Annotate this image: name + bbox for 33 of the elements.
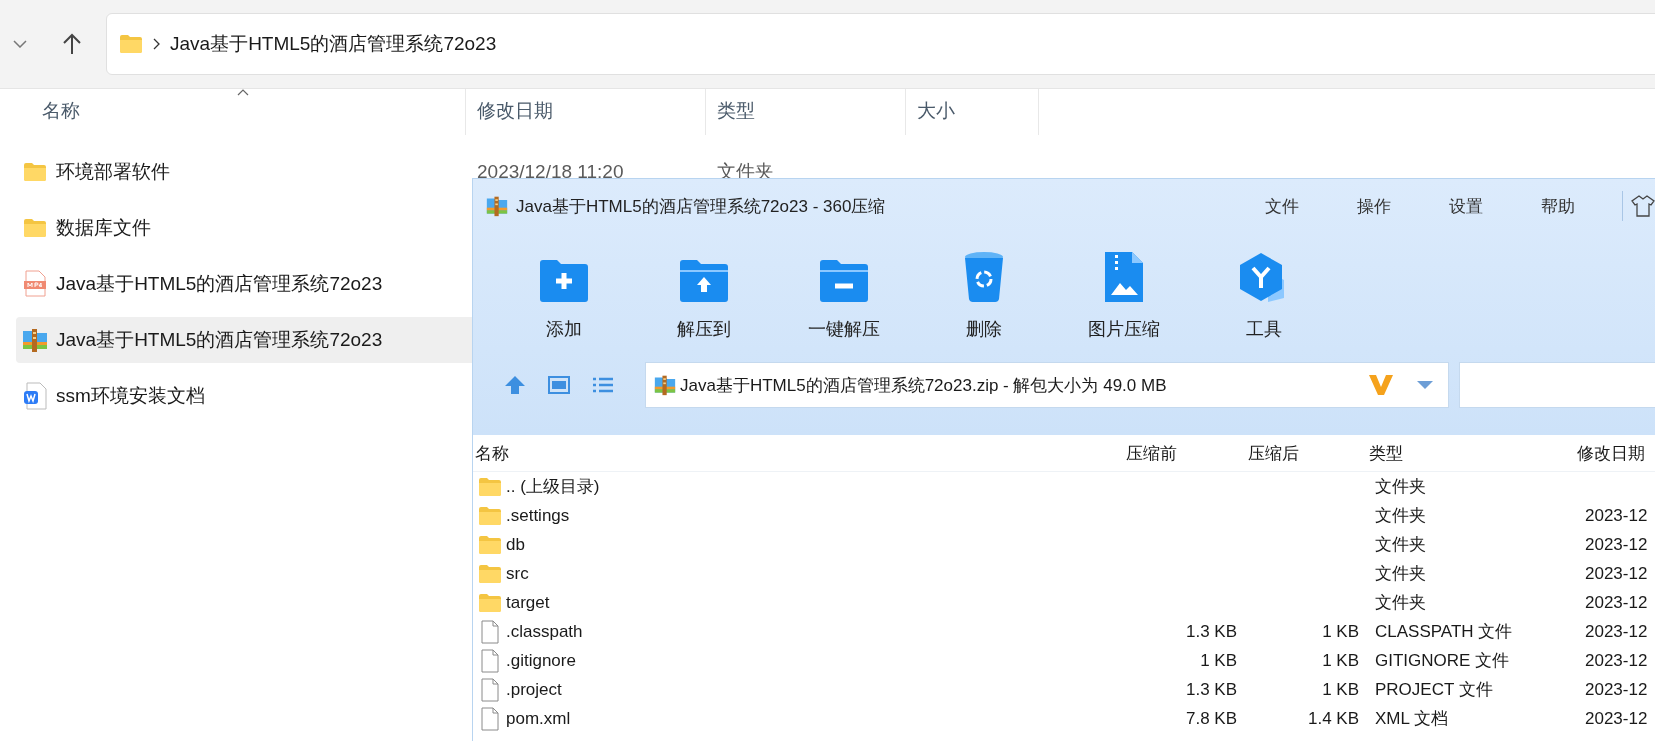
archive-path: Java基于HTML5的酒店管理系统72o23.zip - 解包大小为 49.0 MB (680, 374, 1168, 397)
file-type: 文件夹 (1374, 476, 1427, 498)
file-type: GITIGNORE 文件 (1374, 650, 1511, 672)
modified-date: 2023-12 (1584, 505, 1649, 526)
modified-date: 2023-12 (1584, 534, 1649, 555)
file-name: 数据库文件 (56, 216, 151, 240)
file-type: 文件夹 (1374, 505, 1427, 527)
original-size: 1 KB (1199, 650, 1238, 671)
original-size: 1.3 KB (1184, 679, 1238, 700)
modified-date: 2023-12 (1584, 708, 1649, 729)
compressed-size: 1 KB (1321, 650, 1360, 671)
modified-date: 2023-12 (1584, 592, 1649, 613)
file-name: Java基于HTML5的酒店管理系统72o23 (56, 272, 383, 296)
modified-date: 2023-12 (1584, 679, 1649, 700)
compressed-size: 1 KB (1321, 679, 1360, 700)
modified-date: 2023/12/18 11:20 (476, 161, 625, 183)
modified-date: 2023-12 (1584, 621, 1649, 642)
file-type: 文件夹 (1374, 592, 1427, 614)
modified-date: 2023-12 (1584, 563, 1649, 584)
file-type: PROJECT 文件 (1374, 679, 1494, 701)
file-type: CLASSPATH 文件 (1374, 621, 1514, 643)
window-title: Java基于HTML5的酒店管理系统72o23 - 360压缩 (516, 195, 886, 218)
original-size: 7.8 KB (1184, 708, 1238, 729)
file-name: Java基于HTML5的酒店管理系统72o23 (56, 328, 383, 352)
file-name: 环境部署软件 (56, 160, 170, 184)
compressed-size: 1 KB (1321, 621, 1360, 642)
file-type: 文件夹 (1374, 563, 1427, 585)
original-size: 1.3 KB (1184, 621, 1238, 642)
modified-date: 2023-12 (1584, 650, 1649, 671)
compressed-size: 1.4 KB (1306, 708, 1360, 729)
file-name: ssm环境安装文档 (56, 384, 205, 408)
file-type: XML 文档 (1374, 708, 1450, 730)
file-type: 文件夹 (1374, 534, 1427, 556)
